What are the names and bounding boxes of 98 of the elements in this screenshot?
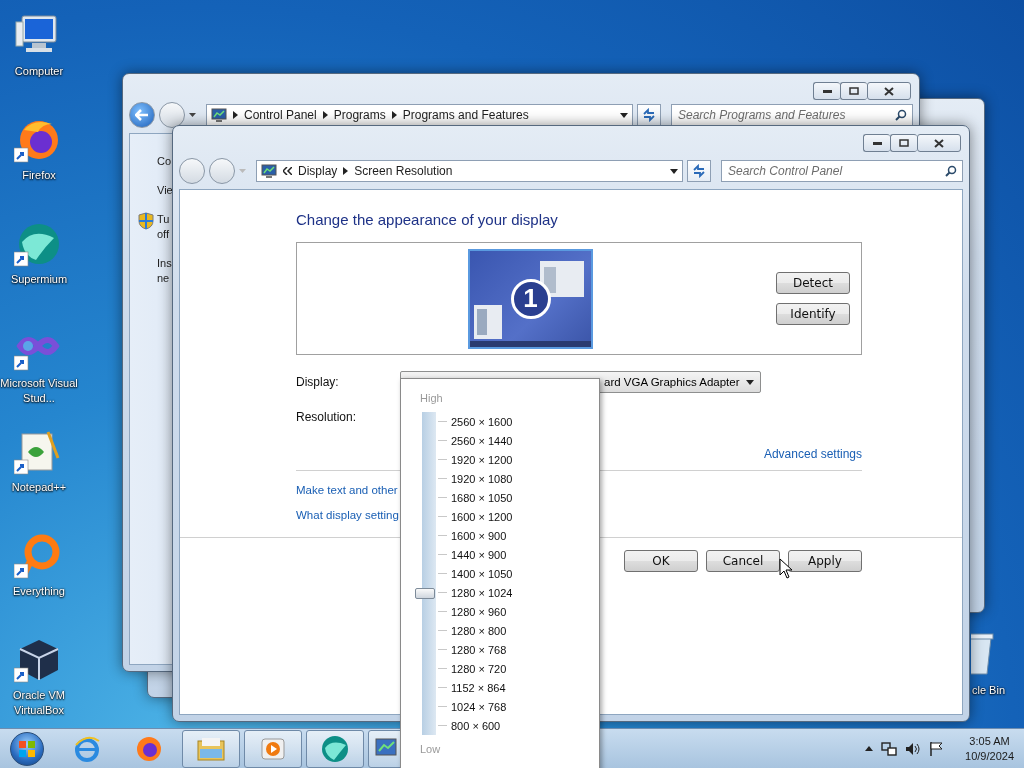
overflow-chevron-icon[interactable] — [283, 167, 292, 175]
help-link[interactable]: Make text and other — [296, 480, 398, 500]
address-bar[interactable]: Display Screen Resolution — [256, 160, 683, 182]
dialog-button[interactable]: Cancel — [706, 550, 780, 572]
breadcrumb[interactable]: Programs — [333, 108, 386, 122]
sidebar-link[interactable]: Ins ne — [157, 256, 172, 286]
maximize-button[interactable] — [890, 134, 917, 152]
resolution-option[interactable]: 1280 × 720 — [451, 662, 507, 675]
chevron-icon — [391, 111, 397, 119]
dropdown-arrow-icon[interactable] — [746, 379, 754, 385]
refresh-button[interactable] — [637, 104, 661, 126]
resolution-option[interactable]: 1280 × 960 — [451, 605, 507, 618]
resolution-option[interactable]: 1280 × 1024 — [451, 586, 513, 599]
close-button[interactable] — [917, 134, 961, 152]
breadcrumb[interactable]: Control Panel — [244, 108, 317, 122]
resolution-option[interactable]: 2560 × 1440 — [451, 434, 513, 447]
resolution-option[interactable]: 2560 × 1600 — [451, 415, 513, 428]
field-label: Resolution: — [296, 410, 358, 424]
resolution-option[interactable]: 1280 × 800 — [451, 624, 507, 637]
slider-thumb[interactable] — [415, 587, 435, 599]
sidebar-link[interactable]: Co — [157, 154, 172, 169]
back-arrow-icon — [135, 109, 149, 121]
mouse-pointer-icon — [779, 558, 793, 579]
dialog-button[interactable]: Apply — [788, 550, 862, 572]
close-icon — [884, 86, 894, 96]
desktop-icon-label[interactable]: Computer — [0, 64, 78, 79]
desktop-icon-label[interactable]: Firefox — [0, 168, 78, 183]
resolution-option[interactable]: 800 × 600 — [451, 719, 501, 732]
page-heading: Change the appearance of your display — [296, 210, 559, 230]
field-label: Display: — [296, 375, 340, 389]
dialog-button[interactable]: OK — [624, 550, 698, 572]
resolution-option[interactable]: 1680 × 1050 — [451, 491, 513, 504]
monitor-thumbnail[interactable]: 1 — [468, 248, 593, 349]
refresh-button[interactable] — [687, 160, 711, 182]
refresh-icon — [692, 164, 706, 178]
maximize-icon — [849, 87, 859, 95]
chevron-icon — [343, 167, 349, 175]
history-arrow-icon[interactable] — [189, 113, 196, 117]
tray-expand-icon[interactable] — [865, 746, 874, 751]
search-field[interactable]: Search Programs and Features — [671, 104, 913, 126]
search-field[interactable]: Search Control Panel — [721, 160, 963, 182]
desktop-icon-label[interactable]: Microsoft Visual Stud... — [0, 376, 78, 406]
close-button[interactable] — [867, 82, 911, 100]
taskbar-button[interactable] — [244, 729, 302, 768]
search-icon[interactable] — [945, 165, 957, 177]
sidebar-link[interactable]: Vie — [157, 183, 173, 198]
resolution-option[interactable]: 1600 × 900 — [451, 529, 507, 542]
resolution-option[interactable]: 1440 × 900 — [451, 548, 507, 561]
low-label: Low — [420, 742, 442, 757]
high-label: High — [420, 391, 444, 406]
address-bar[interactable]: Control Panel Programs Programs and Features — [206, 104, 633, 126]
minimize-button[interactable] — [813, 82, 840, 100]
network-icon[interactable] — [881, 740, 898, 757]
maximize-icon — [899, 139, 909, 147]
recycle-bin-icon[interactable] — [971, 630, 997, 676]
minimize-icon — [872, 141, 882, 145]
clock-date[interactable]: 10/9/2024 — [965, 748, 1014, 764]
dropdown-arrow-icon[interactable] — [620, 112, 628, 118]
control-panel-icon — [261, 163, 277, 179]
taskbar-button[interactable] — [182, 729, 240, 768]
control-panel-icon — [211, 107, 227, 123]
resolution-option[interactable]: 1600 × 1200 — [451, 510, 513, 523]
chevron-icon — [233, 111, 238, 119]
dropdown-arrow-icon[interactable] — [670, 168, 678, 174]
breadcrumb[interactable]: Display — [298, 164, 338, 178]
chevron-icon — [322, 111, 328, 119]
start-button[interactable] — [10, 731, 44, 766]
resolution-option[interactable]: 1400 × 1050 — [451, 567, 513, 580]
help-link[interactable]: What display setting — [296, 505, 399, 525]
resolution-slider-track[interactable] — [415, 412, 436, 735]
browser-e-icon — [73, 734, 101, 763]
back-button[interactable] — [129, 102, 155, 128]
search-icon[interactable] — [895, 109, 907, 121]
breadcrumb[interactable]: Screen Resolution — [354, 164, 453, 178]
resolution-option[interactable]: 1920 × 1200 — [451, 453, 513, 466]
resolution-option[interactable]: 1024 × 768 — [451, 700, 507, 713]
windows-logo-icon — [19, 740, 35, 757]
firefox-icon — [135, 734, 163, 763]
sidebar-link[interactable]: Tu off — [157, 212, 170, 242]
minimize-icon — [822, 89, 832, 93]
refresh-icon — [642, 108, 656, 122]
resolution-option[interactable]: 1920 × 1080 — [451, 472, 513, 485]
side-button[interactable]: Identify — [776, 303, 850, 325]
resolution-option[interactable]: 1152 × 864 — [451, 681, 506, 694]
maximize-button[interactable] — [840, 82, 867, 100]
advanced-settings-link[interactable]: Advanced settings — [763, 444, 862, 464]
close-icon — [934, 138, 944, 148]
desktop-icon-label[interactable]: cle Bin — [972, 683, 1006, 698]
desktop-icon-label[interactable]: Supermium — [0, 272, 78, 287]
display-number: 1 — [510, 278, 551, 319]
side-button[interactable]: Detect — [776, 272, 850, 294]
clock-time[interactable]: 3:05 AM — [969, 733, 1010, 749]
minimize-button[interactable] — [863, 134, 890, 152]
supermium-icon — [320, 733, 350, 764]
shield-icon — [138, 212, 154, 230]
taskbar-button[interactable] — [306, 729, 364, 768]
resolution-option[interactable]: 1280 × 768 — [451, 643, 507, 656]
breadcrumb[interactable]: Programs and Features — [402, 108, 529, 122]
